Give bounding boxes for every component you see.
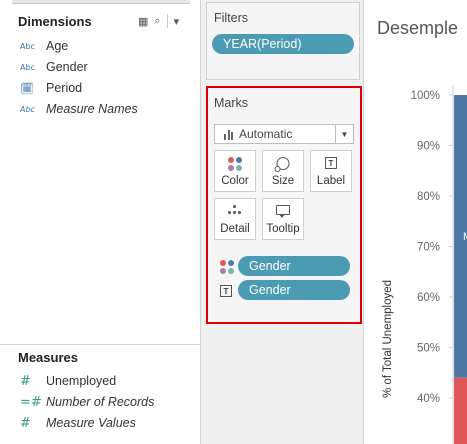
measures-header: Measures xyxy=(18,350,78,365)
marks-card: Marks Automatic ▼ Color Size T Label Det… xyxy=(206,86,362,324)
tooltip-icon xyxy=(276,205,290,218)
field-label: Measure Values xyxy=(46,416,136,430)
size-button[interactable]: Size xyxy=(262,150,304,192)
chart-canvas[interactable]: 100% 90% 80% 70% 60% 50% 40% % of Total Unemplo… xyxy=(365,0,467,444)
tooltip-button-label: Tooltip xyxy=(266,223,300,235)
label-button[interactable]: T Label xyxy=(310,150,352,192)
search-icon[interactable]: ⌕ xyxy=(154,15,160,28)
string-type-icon: Abc xyxy=(20,62,35,72)
color-button-label: Color xyxy=(221,175,249,187)
size-button-label: Size xyxy=(271,175,295,187)
dimensions-header: Dimensions xyxy=(18,14,92,29)
calendar-icon: 🗓 xyxy=(20,81,34,95)
chevron-down-icon[interactable]: ▼ xyxy=(335,125,353,143)
shelves-column: Filters YEAR(Period) Marks Automatic ▼ C… xyxy=(201,0,364,444)
calculated-number-icon: =# xyxy=(20,394,42,410)
field-age[interactable]: Abc Age xyxy=(20,37,68,55)
y-tick-label: 90% xyxy=(417,141,440,153)
label-encoding-icon: T xyxy=(220,285,232,297)
field-measure-names[interactable]: Abc Measure Names xyxy=(20,100,138,118)
detail-button-label: Detail xyxy=(220,223,250,235)
dimensions-toolbar: ▦ ⌕ ▾ xyxy=(138,14,179,28)
detail-dots-icon xyxy=(228,205,242,215)
y-tick-label: 70% xyxy=(417,242,440,254)
data-pane: Dimensions ▦ ⌕ ▾ Abc Age Abc Gender 🗓 Pe… xyxy=(0,0,201,444)
label-gender-pill[interactable]: Gender xyxy=(238,280,350,300)
field-number-of-records[interactable]: =# Number of Records xyxy=(20,393,154,411)
chevron-down-icon[interactable]: ▾ xyxy=(174,15,180,28)
detail-button[interactable]: Detail xyxy=(214,198,256,240)
color-button[interactable]: Color xyxy=(214,150,256,192)
color-encoding-icon xyxy=(220,260,234,274)
y-tick-label: 100% xyxy=(411,90,440,102)
field-label: Unemployed xyxy=(46,374,117,388)
number-type-icon: # xyxy=(20,373,31,389)
chart-area: Desemple 100% 90% 80% 70% 60% 50% 40%% of Tota… xyxy=(365,0,467,444)
grid-view-icon[interactable]: ▦ xyxy=(138,15,148,28)
field-label: Period xyxy=(46,81,83,95)
tooltip-button[interactable]: Tooltip xyxy=(262,198,304,240)
bar-label: M xyxy=(463,231,467,243)
field-gender[interactable]: Abc Gender xyxy=(20,58,88,76)
field-label: Number of Records xyxy=(46,395,155,409)
bar-segment-red xyxy=(454,377,467,444)
label-text-icon: T xyxy=(325,157,337,169)
y-tick-label: 50% xyxy=(417,343,440,355)
y-tick-label: 80% xyxy=(417,191,440,203)
y-tick-label: 60% xyxy=(417,292,440,304)
field-label: Age xyxy=(46,39,69,53)
filters-card[interactable]: Filters YEAR(Period) xyxy=(206,2,360,80)
filters-title: Filters xyxy=(214,11,249,25)
label-button-label: Label xyxy=(316,175,346,187)
mark-type-dropdown[interactable]: Automatic ▼ xyxy=(214,124,354,144)
color-gender-pill[interactable]: Gender xyxy=(238,256,350,276)
color-palette-icon xyxy=(228,157,242,171)
y-tick-label: 40% xyxy=(417,393,440,405)
y-axis-title: % of Total Unemployed xyxy=(382,280,394,398)
field-label: Gender xyxy=(46,60,88,74)
marks-title: Marks xyxy=(214,96,249,110)
string-type-icon: Abc xyxy=(20,104,35,114)
toolbar-divider xyxy=(166,14,168,28)
bar-chart-icon xyxy=(224,129,233,140)
size-icon xyxy=(274,157,290,172)
field-period[interactable]: 🗓 Period xyxy=(20,79,82,97)
mark-type-label: Automatic xyxy=(239,127,293,141)
field-label: Measure Names xyxy=(46,102,138,116)
field-unemployed[interactable]: # Unemployed xyxy=(20,372,116,390)
string-type-icon: Abc xyxy=(20,41,35,51)
number-type-icon: # xyxy=(20,415,31,431)
filter-pill-year-period[interactable]: YEAR(Period) xyxy=(212,34,354,54)
measures-divider[interactable] xyxy=(0,344,200,345)
data-source-strip[interactable] xyxy=(12,0,190,4)
field-measure-values[interactable]: # Measure Values xyxy=(20,414,136,432)
